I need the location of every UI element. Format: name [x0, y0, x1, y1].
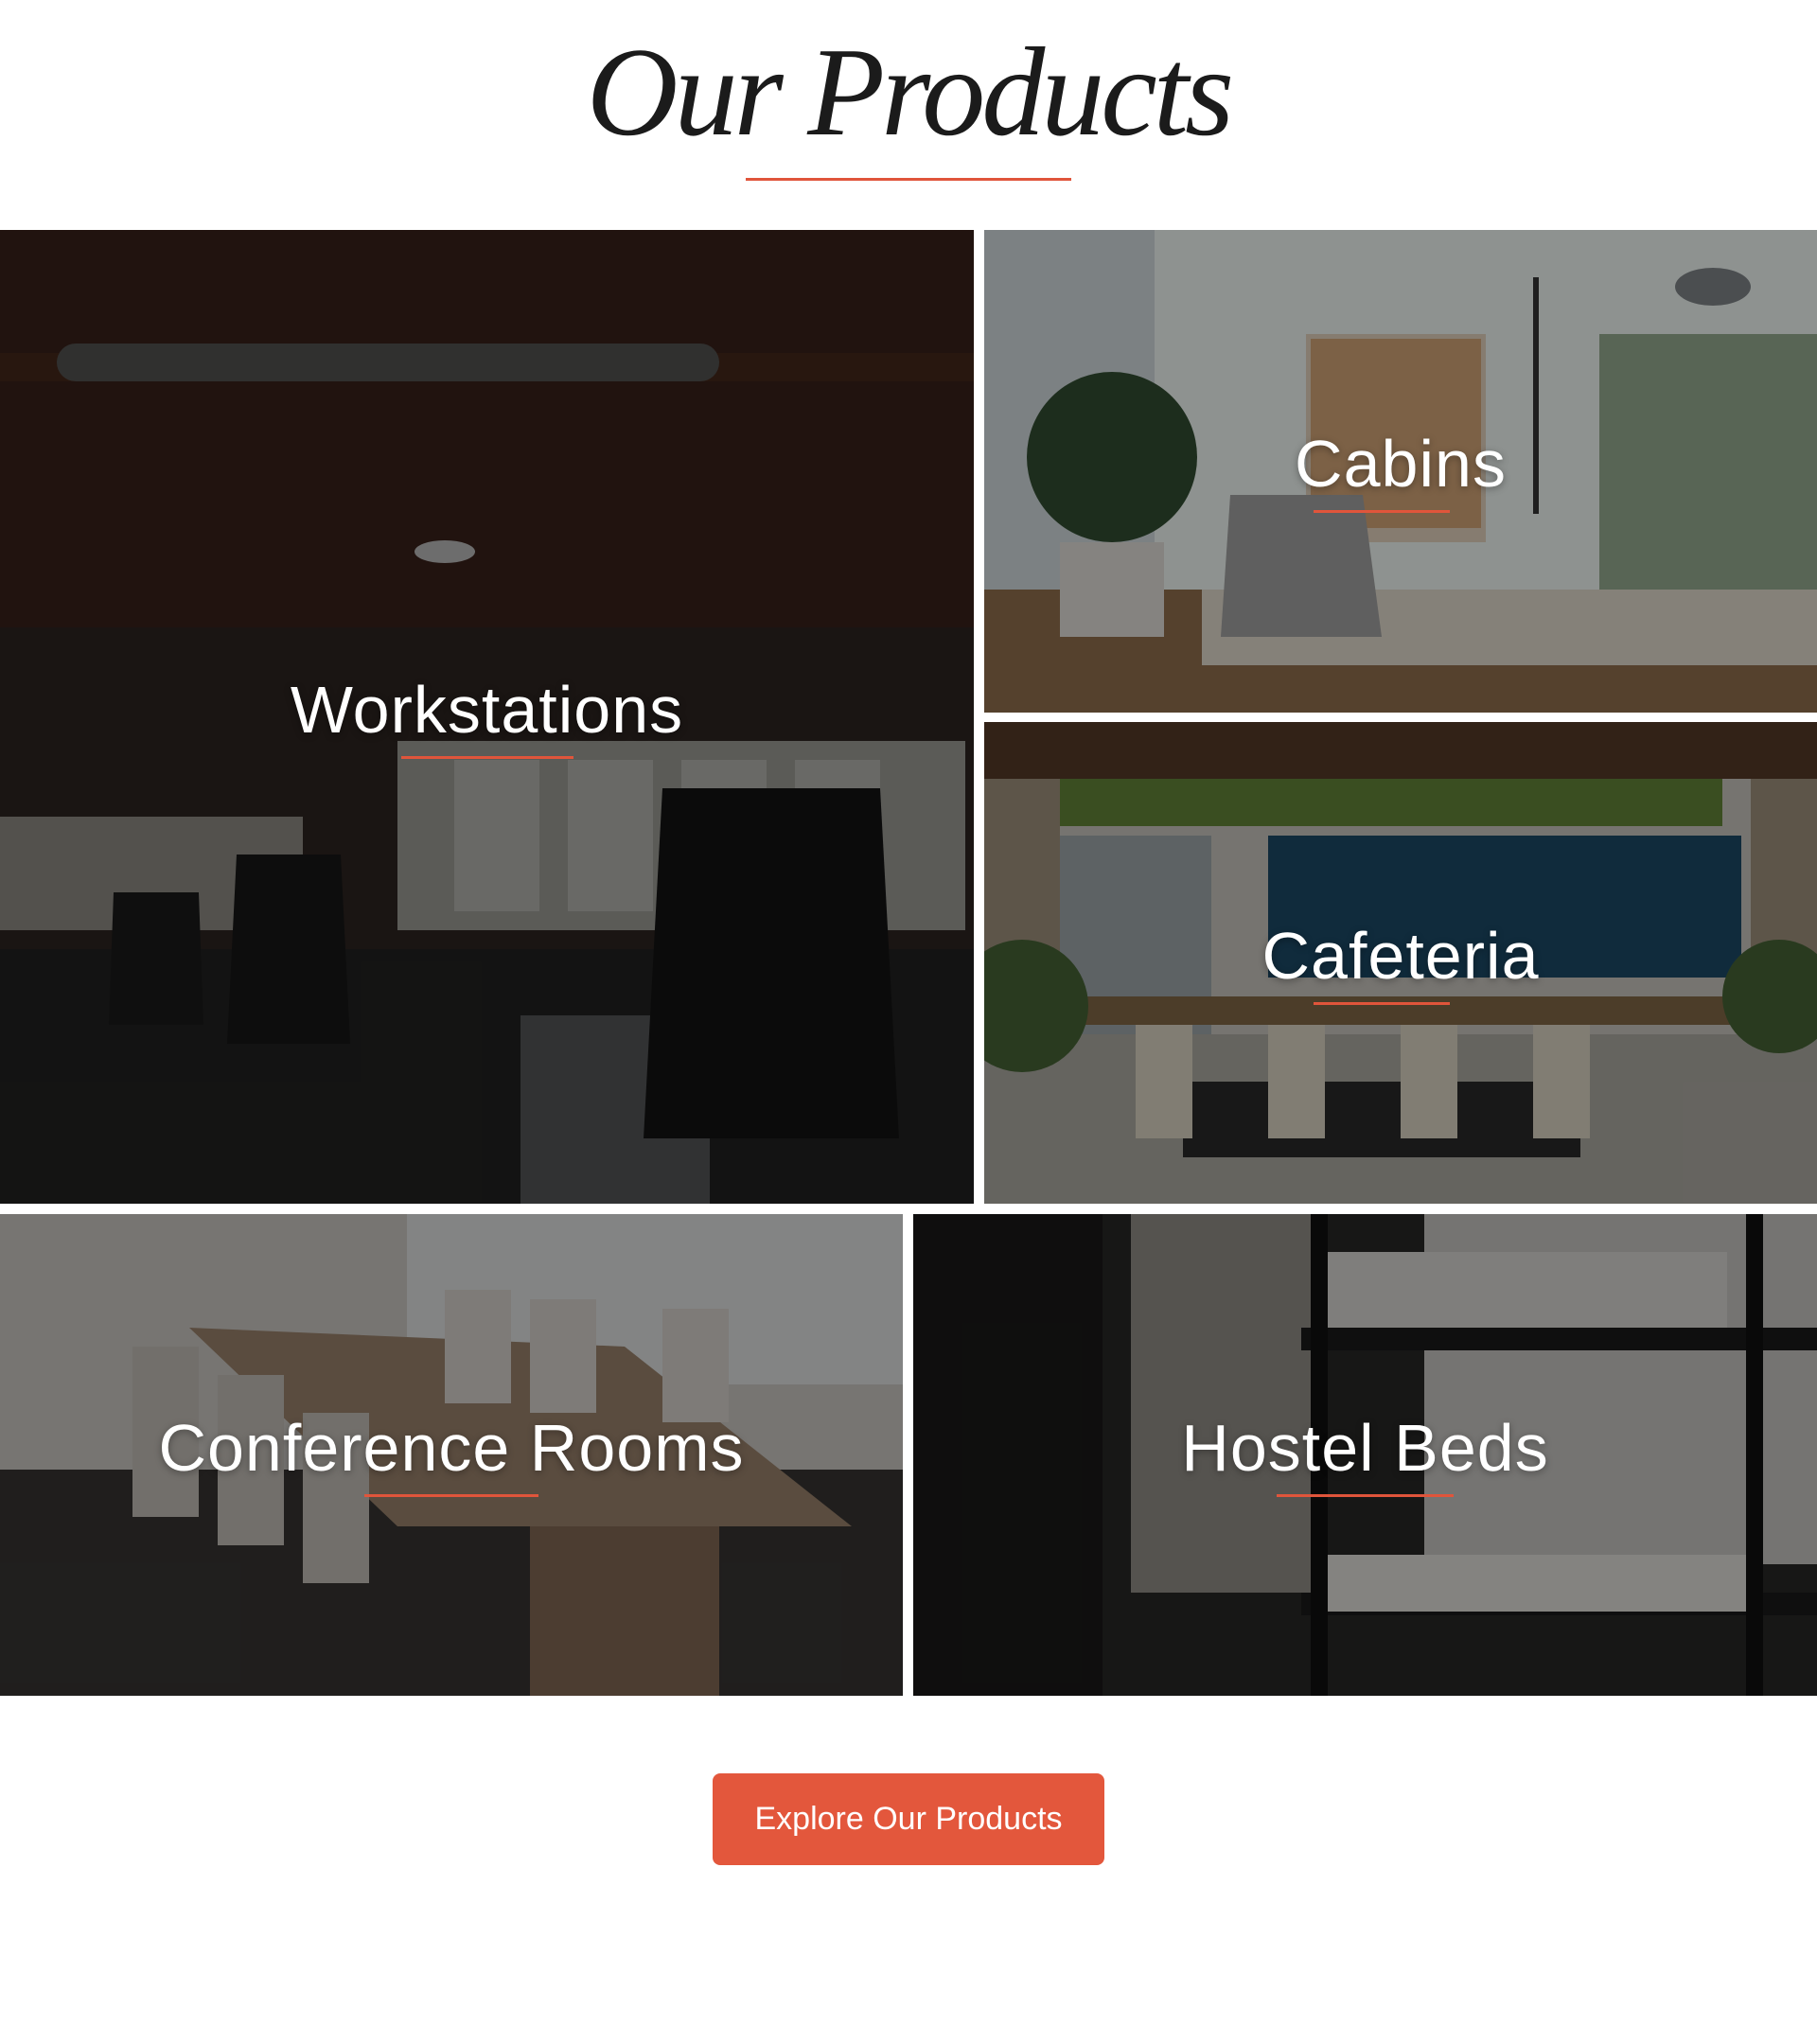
product-tile-cafeteria[interactable]: Cafeteria [984, 722, 1817, 1204]
product-tile-hostel-beds[interactable]: Hostel Beds [913, 1214, 1817, 1696]
product-tile-conference-rooms[interactable]: Conference Rooms [0, 1214, 903, 1696]
cafeteria-label: Cafeteria [1261, 919, 1540, 993]
hostel-beds-underline [1277, 1494, 1454, 1497]
product-tile-workstations[interactable]: Workstations [0, 230, 974, 1204]
conference-rooms-label: Conference Rooms [158, 1411, 745, 1485]
cafeteria-underline [1314, 1002, 1450, 1005]
workstations-underline [401, 756, 573, 759]
section-header: Our Products [0, 0, 1817, 231]
explore-products-button[interactable]: Explore Our Products [713, 1773, 1104, 1865]
hostel-beds-label: Hostel Beds [1181, 1411, 1549, 1485]
title-underline [746, 178, 1071, 181]
page-title: Our Products [586, 22, 1234, 162]
workstations-label: Workstations [290, 673, 684, 747]
conference-rooms-underline [364, 1494, 538, 1497]
cabins-label: Cabins [1295, 427, 1507, 501]
cabins-underline [1314, 510, 1450, 513]
product-tile-cabins[interactable]: Cabins [984, 230, 1817, 713]
